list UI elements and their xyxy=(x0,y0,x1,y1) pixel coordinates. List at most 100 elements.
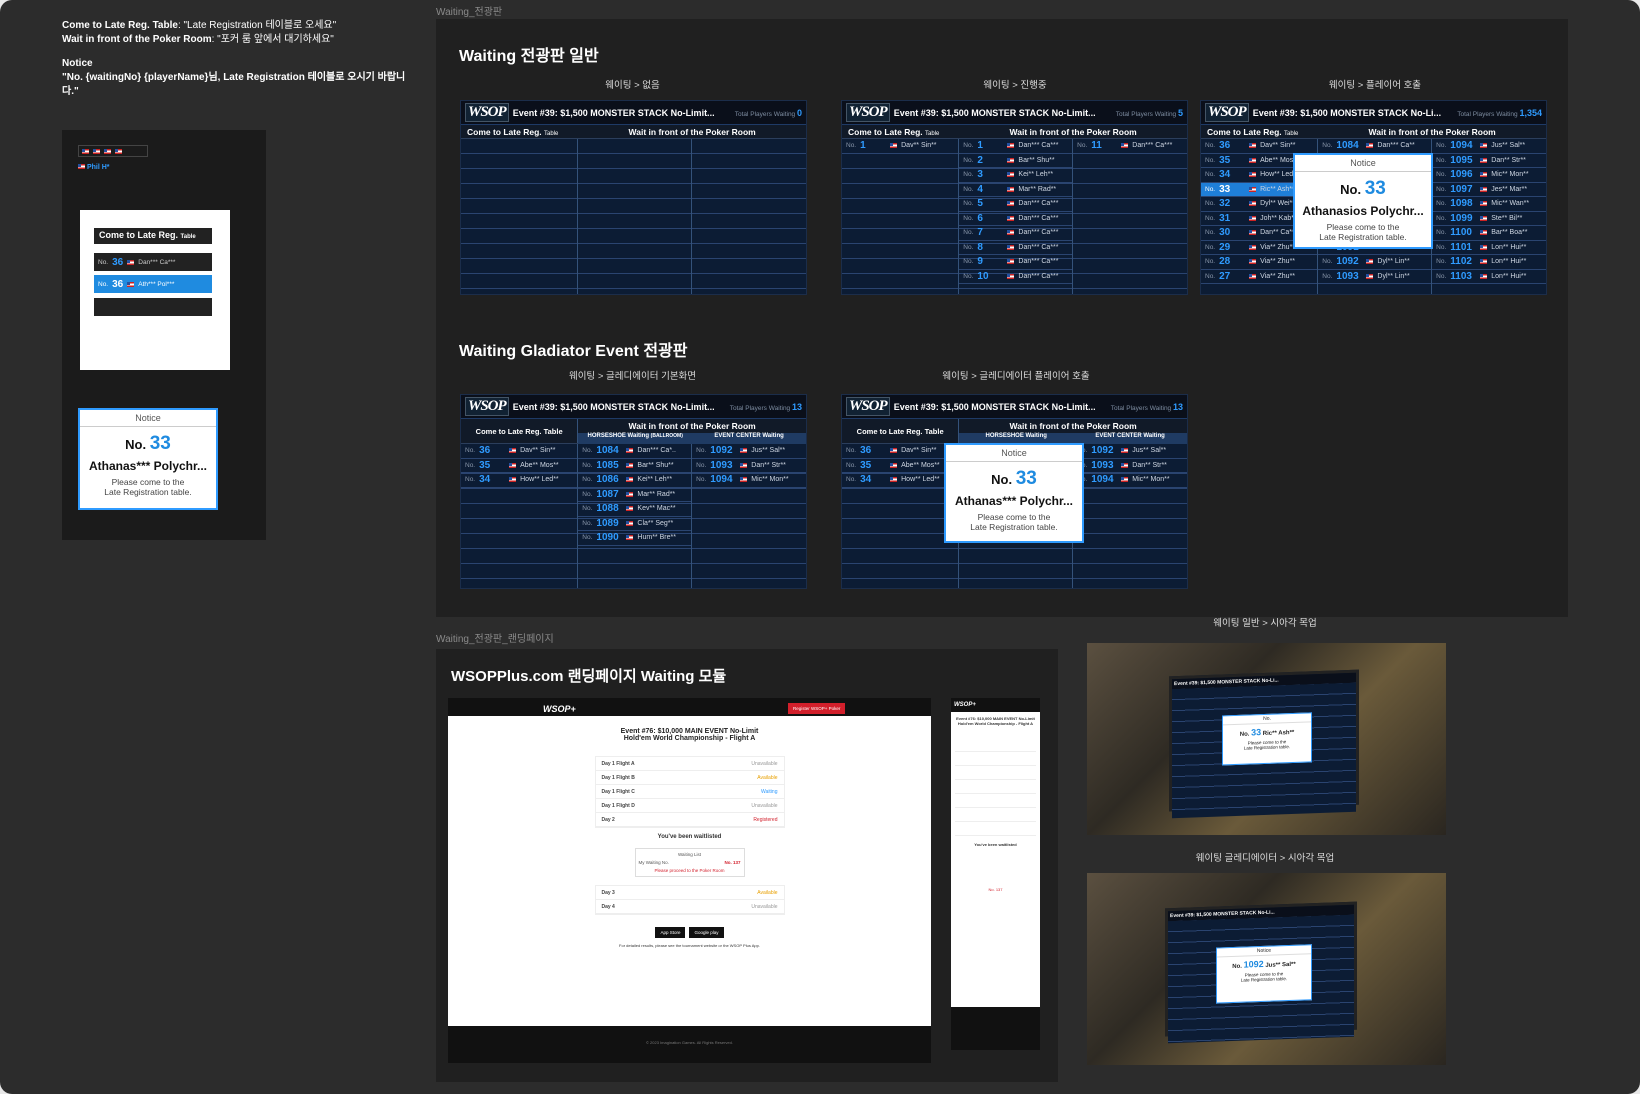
flag-icon xyxy=(1249,244,1257,250)
board-grid xyxy=(461,139,806,294)
section-title-landing: WSOPPlus.com 랜딩페이지 Waiting 모듈 xyxy=(451,668,727,685)
flag-icon xyxy=(890,448,898,454)
landing-event-title: Event #76: $10,000 MAIN EVENT No-Limit xyxy=(620,728,759,735)
waiting-row: No.1094Mic** Mon** xyxy=(1073,473,1187,488)
flag-icon xyxy=(1249,259,1257,265)
waiting-row: No. 1087 Mar** Rad** xyxy=(578,488,692,502)
flag-icon xyxy=(1480,273,1488,279)
waiting-row: No.1093Dan** Str** xyxy=(692,459,806,473)
flag-icon xyxy=(740,477,748,483)
mobile-widget-panel: Phil H* Come to Late Reg. Table No. 36 Dan… xyxy=(62,130,266,540)
flag-icon xyxy=(740,462,748,468)
flag-icon xyxy=(1121,143,1129,149)
day-row[interactable]: Day 1 Flight D Unavailable xyxy=(595,799,784,813)
mobile-notice-popup: Notice No. 33 Athanas*** Polychr... Plea… xyxy=(78,408,218,510)
waiting-row: No. 1084 Dan*** Ca*.. xyxy=(578,444,692,459)
flag-icon xyxy=(115,148,122,154)
waiting-row: No. 1099 Ste** Bil** xyxy=(1432,212,1546,226)
flag-icon xyxy=(82,148,89,154)
flag-icon xyxy=(626,448,634,454)
day-row[interactable]: Day 2 Registered xyxy=(595,813,784,827)
waiting-row: No. 35 Abe** Mos** xyxy=(461,459,578,473)
widget-row-empty xyxy=(94,298,212,316)
flag-icon xyxy=(1480,172,1488,178)
widget-row-highlight: No. 36 Ath*** Pol*** xyxy=(94,275,212,293)
board-header: WSOP Event #39: $1,500 MONSTER STACK No-L… xyxy=(1201,101,1546,125)
day-row[interactable]: Day 1 Flight A Unavailable xyxy=(595,757,784,771)
register-button[interactable]: Register WSOP+ Poker xyxy=(788,703,846,714)
app-store-button[interactable]: App Store xyxy=(655,927,686,938)
player-name-tag: Phil H* xyxy=(78,164,110,171)
widget-row: No. 36 Dan*** Ca*** xyxy=(94,253,212,271)
waiting-row: No. 35 Abe** Mos** xyxy=(842,459,959,473)
day-row[interactable]: Day 1 Flight B Available xyxy=(595,771,784,785)
flag-icon xyxy=(890,143,898,149)
notice-number: No. 33 xyxy=(125,433,171,454)
waiting-row: No.1092Jus** Sal** xyxy=(692,444,806,459)
flag-icon xyxy=(93,148,100,154)
notice-message: Please come to the Late Registration tabl… xyxy=(104,477,192,497)
waiting-row: No. 7 Dan*** Ca*** xyxy=(959,226,1073,241)
flag-icon xyxy=(1480,259,1488,265)
landing-content: Event #76: $10,000 MAIN EVENT No-Limit H… xyxy=(448,716,931,1026)
board-notice-popup: Notice No. 33 Athanasios Polychr... Plea… xyxy=(1293,153,1433,249)
flag-icon xyxy=(1480,186,1488,192)
flag-icon xyxy=(1007,186,1015,192)
waiting-row: No. 1092 Dyl** Lin** xyxy=(1318,255,1432,270)
caption-mock-general: 웨이팅 일반 > 시아각 목업 xyxy=(1213,618,1317,629)
waiting-row: No. 1094 Jus** Sal** xyxy=(1432,139,1546,154)
day-row[interactable]: Day 4 Unavailable xyxy=(595,900,784,914)
frame-label-waiting: Waiting_전광판 xyxy=(436,7,503,18)
board-col-head: Come to Late Reg. Table Wait in front of … xyxy=(461,125,806,139)
waiting-row: No. 8 Dan*** Ca*** xyxy=(959,241,1073,255)
flag-strip xyxy=(78,145,148,157)
flag-icon xyxy=(1366,273,1374,279)
waiting-row: No. 1100 Bar** Boa** xyxy=(1432,226,1546,241)
flag-icon xyxy=(1249,186,1257,192)
waiting-row: No. 36 Dav** Sin** xyxy=(461,444,578,459)
flag-icon xyxy=(1007,201,1015,207)
total-waiting: Total Players Waiting 1,354 xyxy=(1457,107,1542,118)
flag-icon xyxy=(1121,462,1129,468)
caption-glad-call: 웨이팅 > 글레디에이터 플레이어 호출 xyxy=(942,371,1090,382)
flag-icon xyxy=(626,520,634,526)
note-late-reg-label: Come to Late Reg. Table xyxy=(62,20,178,31)
flag-icon xyxy=(1480,244,1488,250)
board-title: Event #39: $1,500 MONSTER STACK No-Limit… xyxy=(512,107,715,118)
flag-icon xyxy=(1007,157,1015,163)
flag-icon xyxy=(1007,273,1015,279)
player-name: Phil H* xyxy=(86,164,110,171)
google-play-button[interactable]: Google play xyxy=(689,927,724,938)
flag-icon xyxy=(890,477,898,483)
waiting-row: No. 1097 Jes** Mar** xyxy=(1432,183,1546,197)
waiting-row: No. 1 Dav** Sin** xyxy=(842,139,959,154)
landing-mobile: WSOP+ Event #76: $10,000 MAIN EVENT No-L… xyxy=(951,698,1040,1050)
flag-icon xyxy=(1480,157,1488,163)
waiting-row: No. 3 Kei** Leh** xyxy=(959,168,1073,183)
note-late-reg-value: : "Late Registration 테이블로 오세요" xyxy=(177,20,337,31)
flag-icon xyxy=(1007,143,1015,149)
waiting-row: No. 1103 Lon** Hui** xyxy=(1432,270,1546,284)
flag-icon xyxy=(1121,477,1129,483)
waiting-row: No. 4 Mar** Rad** xyxy=(959,183,1073,197)
flag-icon xyxy=(1249,273,1257,279)
spec-notes: Come to Late Reg. Table: "Late Registrat… xyxy=(62,19,407,99)
flag-icon xyxy=(1007,259,1015,265)
waiting-row: No. 34 How** Led** xyxy=(842,473,959,488)
caption-empty: 웨이팅 > 없음 xyxy=(605,80,660,91)
waiting-row: No. 1098 Mic** Wan** xyxy=(1432,197,1546,212)
day-row[interactable]: Day 1 Flight C Waiting xyxy=(595,785,784,799)
board-gladiator-call: WSOP Event #39: $1,500 MONSTER STACK No-L… xyxy=(841,394,1188,589)
waiting-row: No.1094Mic** Mon** xyxy=(692,473,806,488)
flag-icon xyxy=(1249,230,1257,236)
section-title-general: Waiting 전광판 일반 xyxy=(459,48,599,65)
day-row[interactable]: Day 3 Available xyxy=(595,886,784,900)
waiting-row: No. 2 Bar** Shu** xyxy=(959,154,1073,168)
flag-icon xyxy=(1366,259,1374,265)
flag-icon xyxy=(1480,230,1488,236)
mockup-photo-general: Event #39: $1,500 MONSTER STACK No-Li...… xyxy=(1087,643,1446,835)
flag-icon xyxy=(626,491,634,497)
waiting-row: No. 1086 Kei** Leh** xyxy=(578,473,692,488)
flag-icon xyxy=(78,164,85,169)
waiting-row: No. 1090 Hum** Bre** xyxy=(578,531,692,546)
